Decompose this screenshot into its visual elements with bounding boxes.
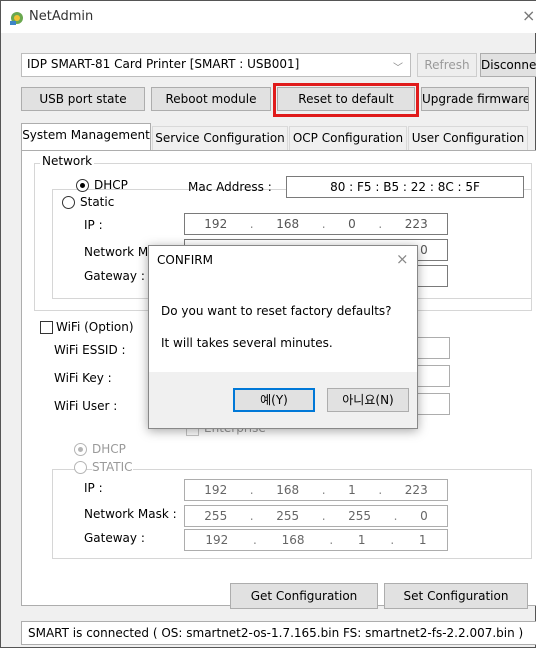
gateway-label: Gateway : (84, 269, 145, 283)
wifi-static-label: STATIC (92, 460, 133, 474)
wifi-ip-octet: 192 (204, 483, 228, 497)
dialog-message-line1: Do you want to reset factory defaults? (161, 304, 392, 318)
yes-button[interactable]: 예(Y) (233, 388, 315, 412)
upgrade-firmware-button[interactable]: Upgrade firmware (421, 87, 529, 111)
mac-address-label: Mac Address : (188, 180, 272, 194)
tab-system-management[interactable]: System Management (21, 123, 151, 151)
device-select-value: IDP SMART-81 Card Printer [SMART : USB00… (27, 57, 300, 71)
usb-port-state-button[interactable]: USB port state (21, 87, 145, 111)
wifi-essid-label: WiFi ESSID : (54, 343, 126, 357)
wifi-ip-octet: 168 (276, 483, 300, 497)
wifi-gateway-octet: 168 (281, 533, 305, 547)
window-close-icon[interactable]: × (522, 6, 535, 25)
wifi-option-checkbox[interactable] (40, 321, 53, 334)
static-radio[interactable] (62, 196, 75, 209)
dialog-message-area: Do you want to reset factory defaults? I… (149, 276, 417, 372)
wifi-mask-octet: 255 (348, 509, 372, 523)
tab-user-configuration[interactable]: User Configuration (408, 126, 528, 150)
mask-octet: 0 (420, 243, 428, 257)
dialog-message-line2: It will takes several minutes. (161, 336, 333, 350)
network-legend: Network (40, 154, 95, 168)
confirm-dialog: CONFIRM × Do you want to reset factory d… (148, 245, 418, 429)
wifi-network-mask-label: Network Mask : (84, 507, 177, 521)
wifi-mask-octet: 0 (420, 509, 428, 523)
ip-octet: 0 (348, 217, 356, 231)
static-label: Static (80, 195, 115, 209)
disconnect-button[interactable]: Disconnect (480, 53, 536, 77)
wifi-key-label: WiFi Key : (54, 371, 112, 385)
wifi-static-radio[interactable] (74, 461, 87, 474)
wifi-gateway-octet: 192 (205, 533, 229, 547)
get-configuration-button[interactable]: Get Configuration (230, 583, 378, 609)
ip-address-field[interactable]: 192. 168. 0. 223 (184, 213, 448, 235)
refresh-button[interactable]: Refresh (417, 53, 477, 77)
wifi-ip-label: IP : (84, 481, 103, 495)
dialog-close-icon[interactable]: × (396, 250, 409, 268)
wifi-mask-octet: 255 (276, 509, 300, 523)
wifi-ip-octet: 223 (404, 483, 428, 497)
dhcp-label: DHCP (94, 178, 128, 192)
netadmin-window: NetAdmin × IDP SMART-81 Card Printer [SM… (0, 0, 536, 648)
wifi-gateway-octet: 1 (357, 533, 366, 547)
wifi-mask-octet: 255 (204, 509, 228, 523)
device-select[interactable]: IDP SMART-81 Card Printer [SMART : USB00… (21, 53, 411, 77)
wifi-dhcp-radio[interactable] (74, 443, 87, 456)
dialog-title: CONFIRM (157, 253, 213, 267)
ip-label: IP : (84, 218, 103, 232)
wifi-gateway-label: Gateway : (84, 531, 145, 545)
tab-ocp-configuration[interactable]: OCP Configuration (289, 126, 407, 150)
mac-address-field[interactable]: 80 : F5 : B5 : 22 : 8C : 5F (286, 176, 524, 198)
ip-octet: 192 (204, 217, 228, 231)
app-icon (10, 12, 23, 25)
dhcp-radio[interactable] (76, 179, 89, 192)
set-configuration-button[interactable]: Set Configuration (384, 583, 528, 609)
reboot-module-button[interactable]: Reboot module (151, 87, 271, 111)
tab-service-configuration[interactable]: Service Configuration (152, 126, 288, 150)
wifi-option-label: WiFi (Option) (56, 320, 134, 334)
network-mask-label: Network Ma (84, 245, 156, 259)
wifi-network-mask-field[interactable]: 255. 255. 255. 0 (184, 505, 448, 527)
chevron-down-icon[interactable]: ﹀ (393, 59, 403, 74)
wifi-user-label: WiFi User : (54, 399, 118, 413)
window-title: NetAdmin (29, 9, 94, 24)
highlight-box (273, 83, 419, 117)
ip-octet: 168 (276, 217, 300, 231)
wifi-gateway-octet: 1 (418, 533, 427, 547)
wifi-gateway-field[interactable]: 192. 168. 1. 1 (184, 529, 448, 551)
dialog-title-bar: CONFIRM × (149, 246, 417, 276)
ip-octet: 223 (404, 217, 428, 231)
wifi-dhcp-label: DHCP (92, 442, 126, 456)
title-bar: NetAdmin × (1, 1, 536, 33)
wifi-ip-field[interactable]: 192. 168. 1. 223 (184, 479, 448, 501)
wifi-ip-octet: 1 (348, 483, 356, 497)
no-button[interactable]: 아니요(N) (327, 388, 409, 412)
status-bar: SMART is connected ( OS: smartnet2-os-1.… (21, 621, 536, 645)
